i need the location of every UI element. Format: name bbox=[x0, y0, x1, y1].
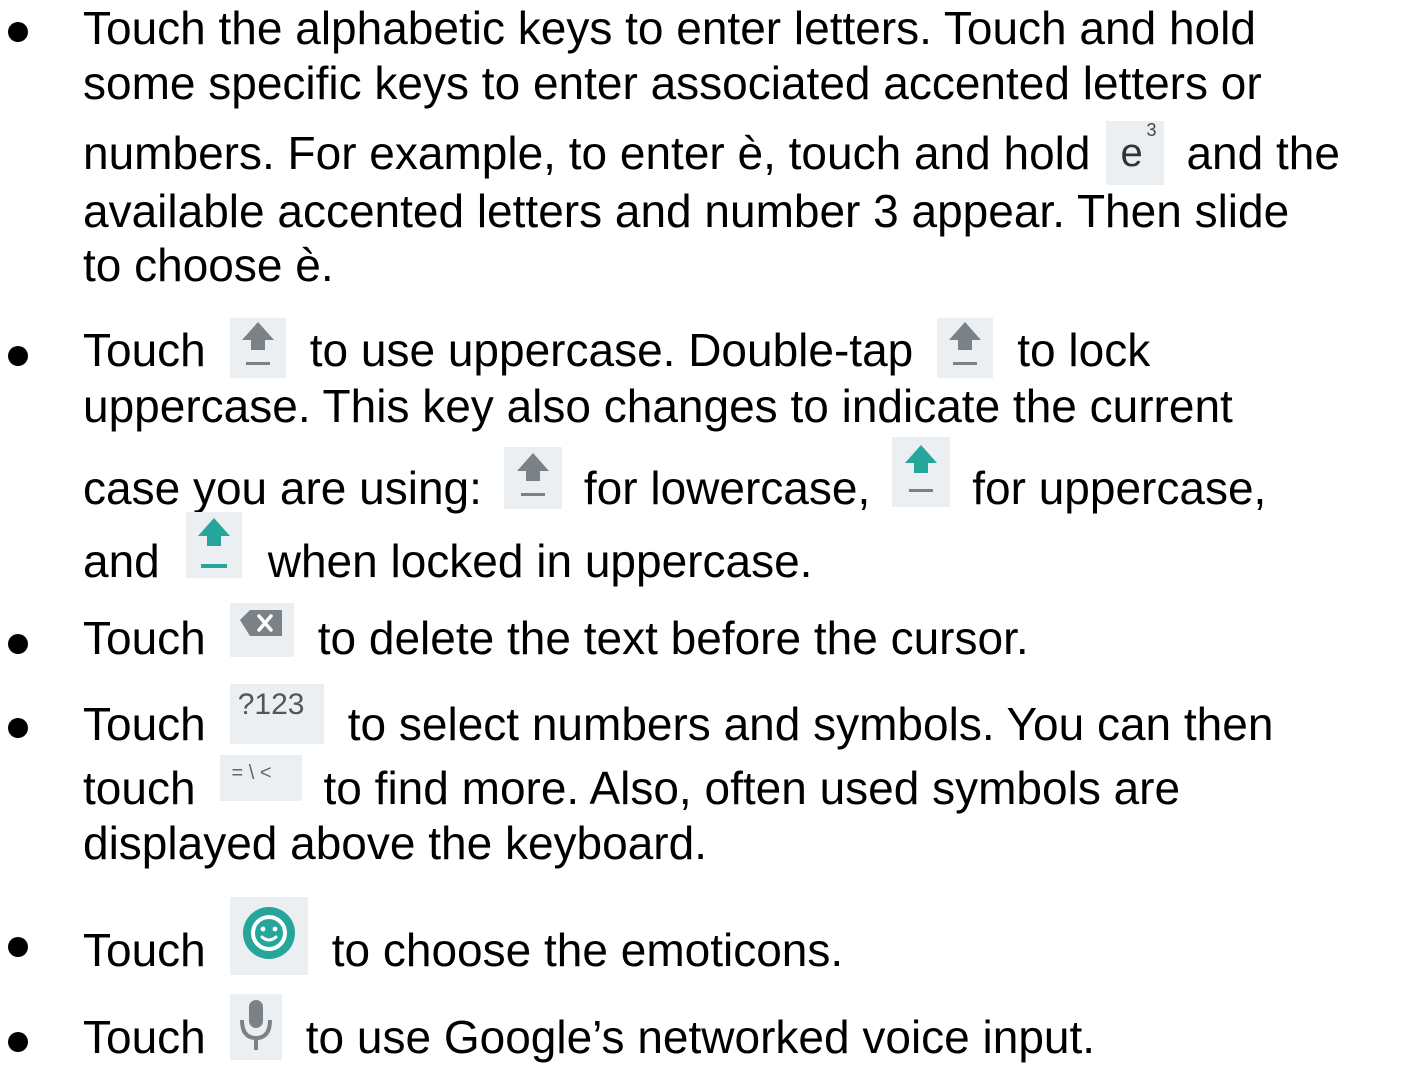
shift-locked-icon bbox=[185, 512, 242, 578]
text-line: Touch ?123 to select numbers and symbols… bbox=[83, 683, 1274, 758]
text-segment: Touch bbox=[83, 1011, 206, 1064]
text-line: Touch to use uppercase. Double-tap to lo… bbox=[83, 317, 1151, 384]
more-symbols-key-icon: = \ < bbox=[219, 754, 302, 801]
shift-lowercase-icon bbox=[503, 447, 562, 509]
bullet bbox=[8, 634, 28, 654]
text-segment: touch bbox=[83, 762, 196, 814]
text-segment: Touch bbox=[83, 924, 206, 977]
text-line: numbers. For example, to enter è, touch … bbox=[83, 121, 1340, 189]
text-segment: to lock bbox=[1017, 324, 1151, 376]
text-segment: for uppercase, bbox=[972, 462, 1267, 515]
emoticon-icon bbox=[229, 897, 308, 975]
microphone-icon bbox=[229, 994, 282, 1060]
text-segment: to use uppercase. Double-tap bbox=[309, 324, 914, 376]
text-segment: and the bbox=[1186, 127, 1340, 180]
shift-icon bbox=[937, 317, 994, 378]
text-segment: Touch bbox=[83, 612, 206, 664]
text-segment: to select numbers and symbols. You can t… bbox=[347, 698, 1274, 750]
text-line: some specific keys to enter associated a… bbox=[83, 57, 1262, 109]
text-line: displayed above the keyboard. bbox=[83, 817, 707, 869]
bullet bbox=[8, 718, 28, 738]
text-line: available accented letters and number 3 … bbox=[83, 185, 1290, 237]
text-segment: Touch bbox=[83, 324, 206, 376]
bullet bbox=[8, 22, 28, 42]
text-segment: when locked in uppercase. bbox=[267, 535, 813, 588]
text-segment: to find more. Also, often used symbols a… bbox=[323, 762, 1181, 814]
text-line: case you are using: for lowercase, for u… bbox=[83, 437, 1267, 527]
text-segment: to use Google’s networked voice input. bbox=[305, 1011, 1096, 1064]
text-segment: for lowercase, bbox=[583, 462, 871, 515]
text-segment: numbers. For example, to enter è, touch … bbox=[83, 127, 1091, 180]
symbols-key-label: ?123 bbox=[237, 687, 305, 721]
text-line: Touch to choose the emoticons. bbox=[83, 897, 844, 993]
shift-icon bbox=[229, 317, 286, 378]
shift-uppercase-icon bbox=[892, 437, 951, 507]
e-key-letter: e bbox=[1120, 131, 1143, 175]
bullet bbox=[8, 346, 28, 366]
text-line: Touch to delete the text before the curs… bbox=[83, 602, 1029, 669]
delete-icon bbox=[229, 602, 294, 657]
text-segment: and bbox=[83, 535, 160, 588]
text-line: Touch to use Google’s networked voice in… bbox=[83, 994, 1096, 1074]
symbols-key-icon: ?123 bbox=[229, 683, 324, 744]
e-key-icon: e 3 bbox=[1106, 120, 1165, 185]
text-segment: to delete the text before the cursor. bbox=[317, 612, 1029, 664]
more-symbols-key-label: = \ < bbox=[231, 761, 272, 784]
e-key-superscript: 3 bbox=[1146, 120, 1157, 140]
text-line: uppercase. This key also changes to indi… bbox=[83, 380, 1233, 432]
text-segment: to choose the emoticons. bbox=[331, 924, 844, 977]
text-line: to choose è. bbox=[83, 239, 334, 291]
bullet bbox=[8, 1032, 28, 1052]
bullet bbox=[8, 937, 28, 957]
text-line: and when locked in uppercase. bbox=[83, 512, 813, 598]
text-line: touch = \ < to find more. Also, often us… bbox=[83, 754, 1181, 816]
text-line: Touch the alphabetic keys to enter lette… bbox=[83, 2, 1256, 54]
text-segment: case you are using: bbox=[83, 462, 482, 515]
text-segment: Touch bbox=[83, 698, 206, 750]
